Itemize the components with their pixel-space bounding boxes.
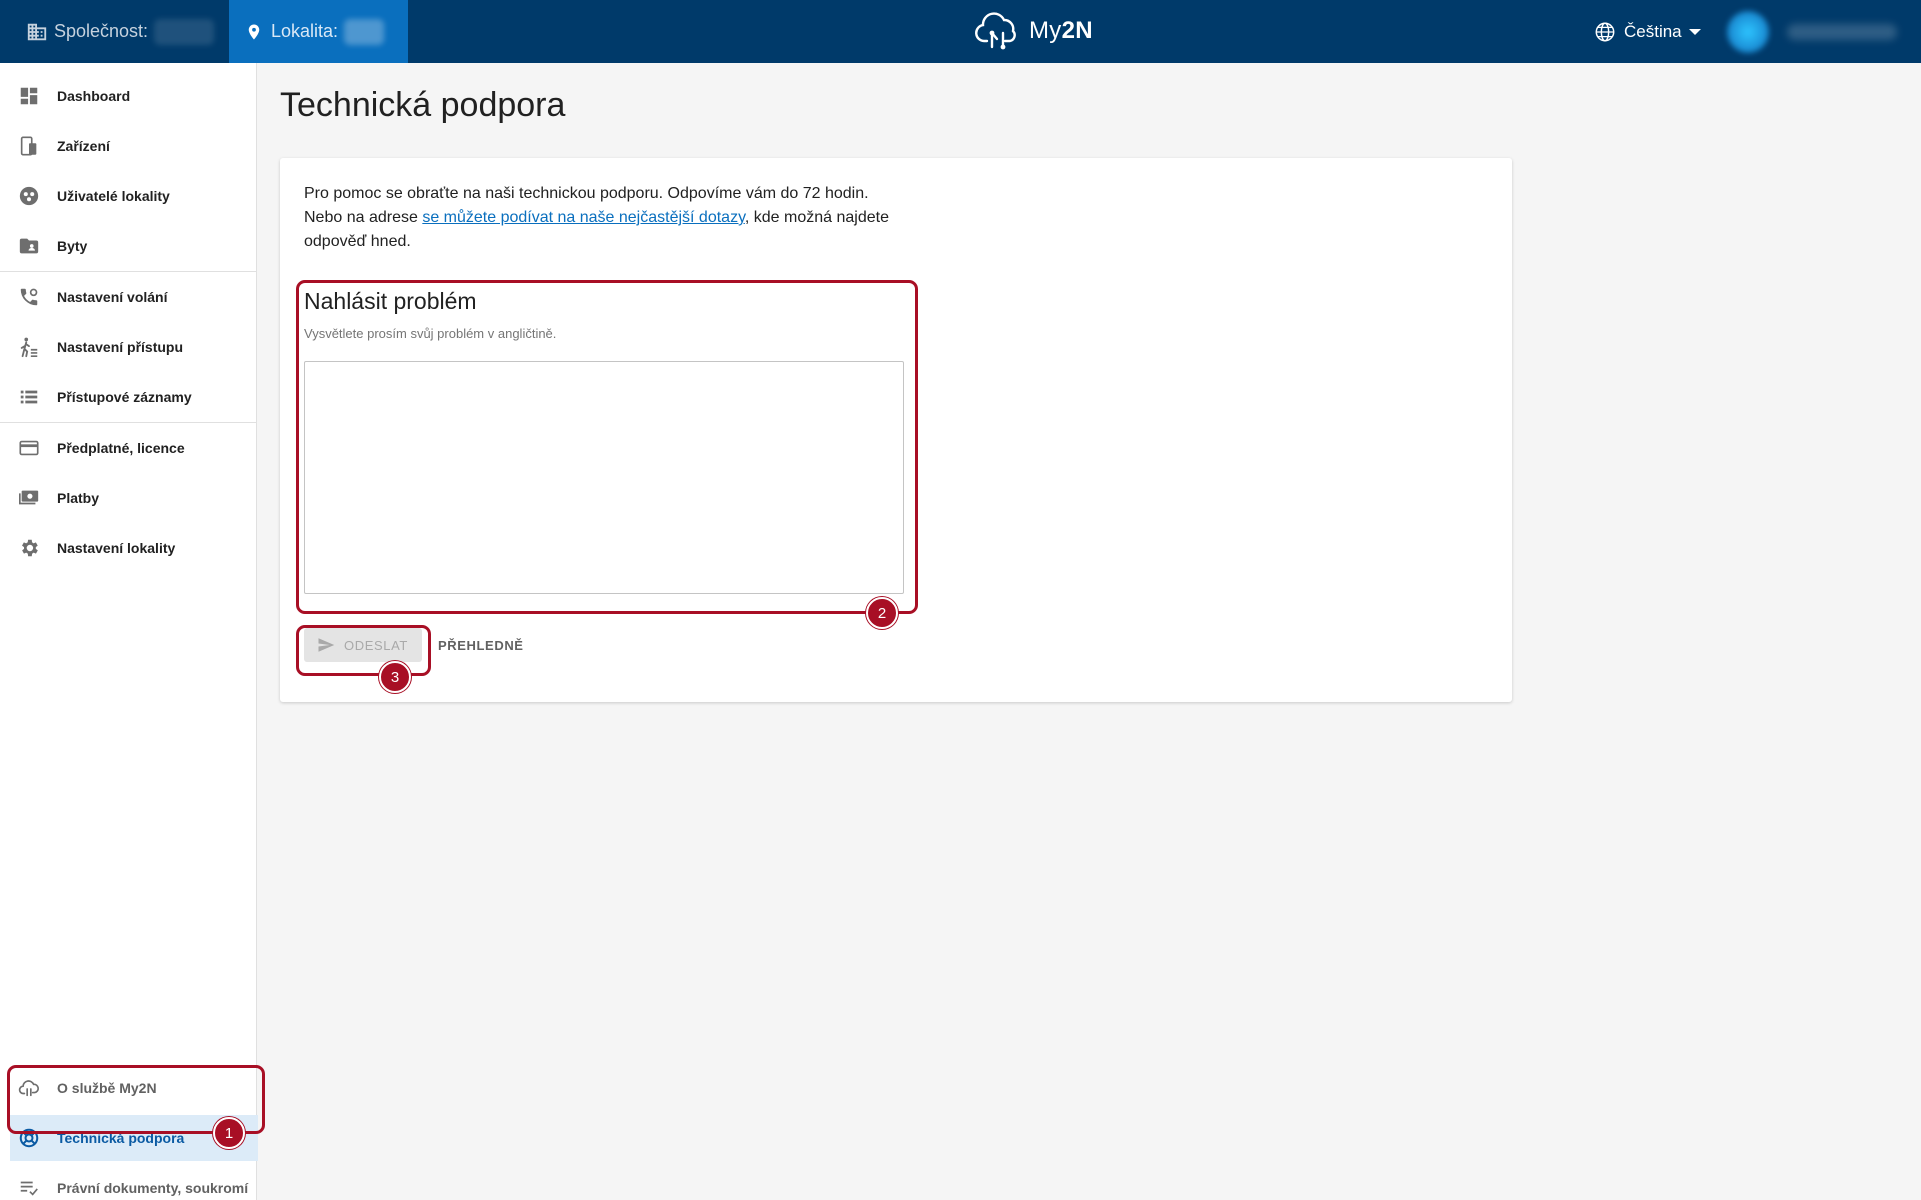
sidebar-item-apartments[interactable]: Byty xyxy=(0,221,256,271)
sidebar-item-label: Právní dokumenty, soukromí xyxy=(57,1180,249,1196)
credit-card-icon xyxy=(18,437,40,459)
sidebar-item-label: Byty xyxy=(57,238,88,254)
cloud-logo-icon xyxy=(975,12,1016,50)
report-problem-title: Nahlásit problém xyxy=(304,288,477,314)
sidebar-item-label: Technická podpora xyxy=(57,1130,185,1146)
report-problem-help: Vysvětlete prosím svůj problém v angličt… xyxy=(304,326,557,341)
users-icon xyxy=(18,185,40,207)
sidebar-item-label: Uživatelé lokality xyxy=(57,188,170,204)
globe-icon xyxy=(1595,22,1615,41)
language-selector[interactable]: Čeština xyxy=(1594,0,1701,63)
sidebar-item-label: Předplatné, licence xyxy=(57,440,185,456)
page-title: Technická podpora xyxy=(280,86,566,124)
sidebar-item-access-log[interactable]: Přístupové záznamy xyxy=(0,372,256,422)
sidebar-item-site-settings[interactable]: Nastavení lokality xyxy=(0,523,256,573)
sidebar-item-label: Platby xyxy=(57,490,100,506)
sidebar-item-site-users[interactable]: Uživatelé lokality xyxy=(0,171,256,221)
device-icon xyxy=(18,135,40,157)
sidebar-item-legal-docs[interactable]: Právní dokumenty, soukromí xyxy=(0,1163,256,1200)
intro-text: Pro pomoc se obraťte na naši technickou … xyxy=(304,185,889,250)
clear-button[interactable]: PŘEHLEDNĚ xyxy=(438,628,524,662)
annotation-badge-2: 2 xyxy=(866,597,898,629)
annotation-badge-1: 1 xyxy=(213,1117,245,1149)
sidebar-item-payments[interactable]: Platby xyxy=(0,473,256,523)
sidebar-item-devices[interactable]: Zařízení xyxy=(0,121,256,171)
problem-description-input[interactable] xyxy=(304,361,904,594)
company-label: Společnost: xyxy=(54,21,149,41)
payments-icon xyxy=(18,487,40,509)
sidebar-item-label: O službě My2N xyxy=(57,1080,157,1096)
sidebar-item-subscription[interactable]: Předplatné, licence xyxy=(0,423,256,473)
top-bar: Společnost: Lokalita: My2N Čeština xyxy=(0,0,1921,63)
apartment-icon xyxy=(18,235,40,257)
legal-docs-icon xyxy=(18,1177,40,1199)
sidebar-item-label: Dashboard xyxy=(57,88,131,104)
sidebar-item-label: Zařízení xyxy=(57,138,110,154)
annotation-badge-3: 3 xyxy=(379,661,411,693)
sidebar-item-about-my2n[interactable]: O službě My2N xyxy=(0,1063,256,1113)
sidebar-item-label: Přístupové záznamy xyxy=(57,389,192,405)
site-name-redacted xyxy=(344,18,385,45)
sidebar-item-call-settings[interactable]: Nastavení volání xyxy=(0,272,256,322)
send-button[interactable]: ODESLAT xyxy=(304,628,422,662)
gear-icon xyxy=(18,537,40,559)
sidebar-item-dashboard[interactable]: Dashboard xyxy=(0,71,256,121)
sidebar-item-label: Nastavení volání xyxy=(57,289,168,305)
faq-link[interactable]: se můžete podívat na naše nejčastější do… xyxy=(422,209,745,226)
chevron-down-icon xyxy=(1688,28,1701,35)
send-icon xyxy=(318,638,335,652)
access-settings-icon xyxy=(18,336,40,358)
site-label: Lokalita: xyxy=(271,21,339,41)
company-selector[interactable]: Společnost: xyxy=(0,0,229,63)
user-name-redacted xyxy=(1787,23,1897,40)
support-icon xyxy=(18,1127,40,1149)
avatar xyxy=(1727,10,1769,53)
site-selector[interactable]: Lokalita: xyxy=(229,0,408,63)
dashboard-icon xyxy=(18,85,40,107)
user-menu[interactable] xyxy=(1715,0,1921,63)
sidebar-item-label: Nastavení lokality xyxy=(57,540,176,556)
sidebar-item-label: Nastavení přístupu xyxy=(57,339,184,355)
sidebar-item-access-settings[interactable]: Nastavení přístupu xyxy=(0,322,256,372)
logo-text: My2N xyxy=(1029,17,1093,44)
location-pin-icon xyxy=(248,24,260,39)
call-settings-icon xyxy=(18,286,40,308)
my2n-logo[interactable]: My2N xyxy=(975,11,1093,51)
cloud-icon xyxy=(18,1077,40,1099)
language-label: Čeština xyxy=(1624,21,1682,41)
access-log-icon xyxy=(18,386,40,408)
sidebar: Dashboard Zařízení Uživatelé lokality By… xyxy=(0,63,258,1200)
company-building-icon xyxy=(27,23,47,40)
company-name-redacted xyxy=(154,18,215,45)
